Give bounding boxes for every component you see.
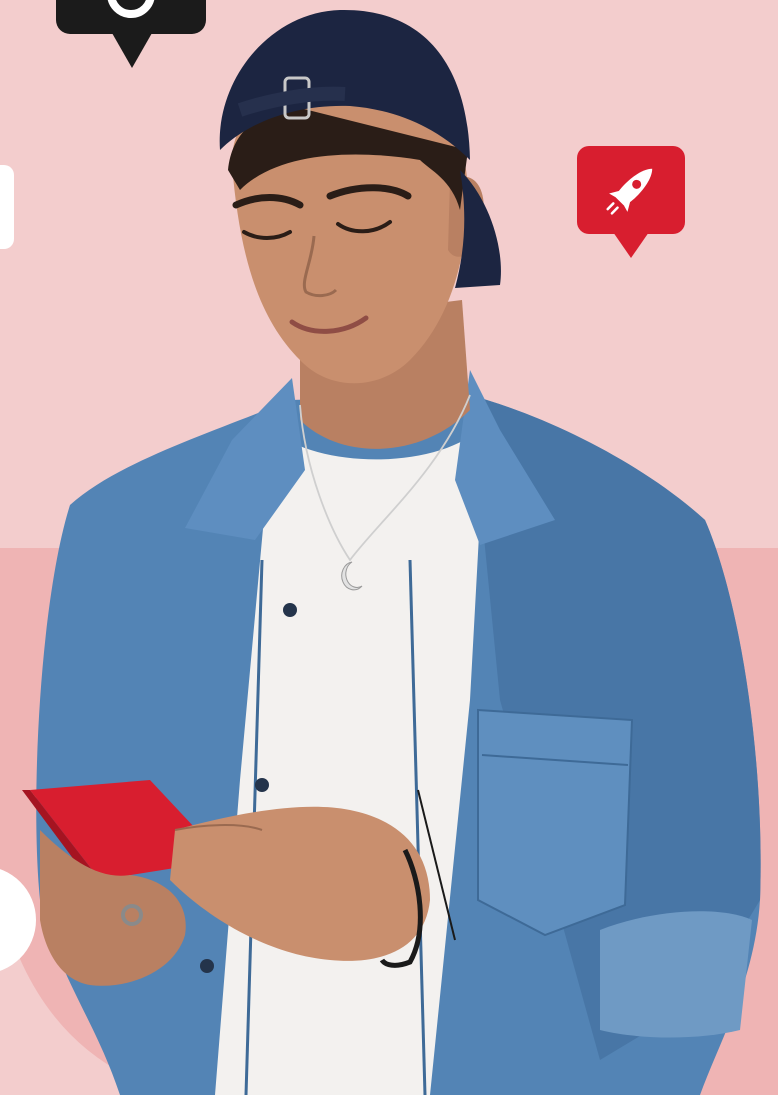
partial-white-card-icon (0, 165, 14, 249)
chest-pocket (477, 708, 634, 937)
sleeve-cuff (600, 911, 752, 1038)
illustration (0, 0, 778, 1095)
photo-scene (0, 0, 778, 1095)
